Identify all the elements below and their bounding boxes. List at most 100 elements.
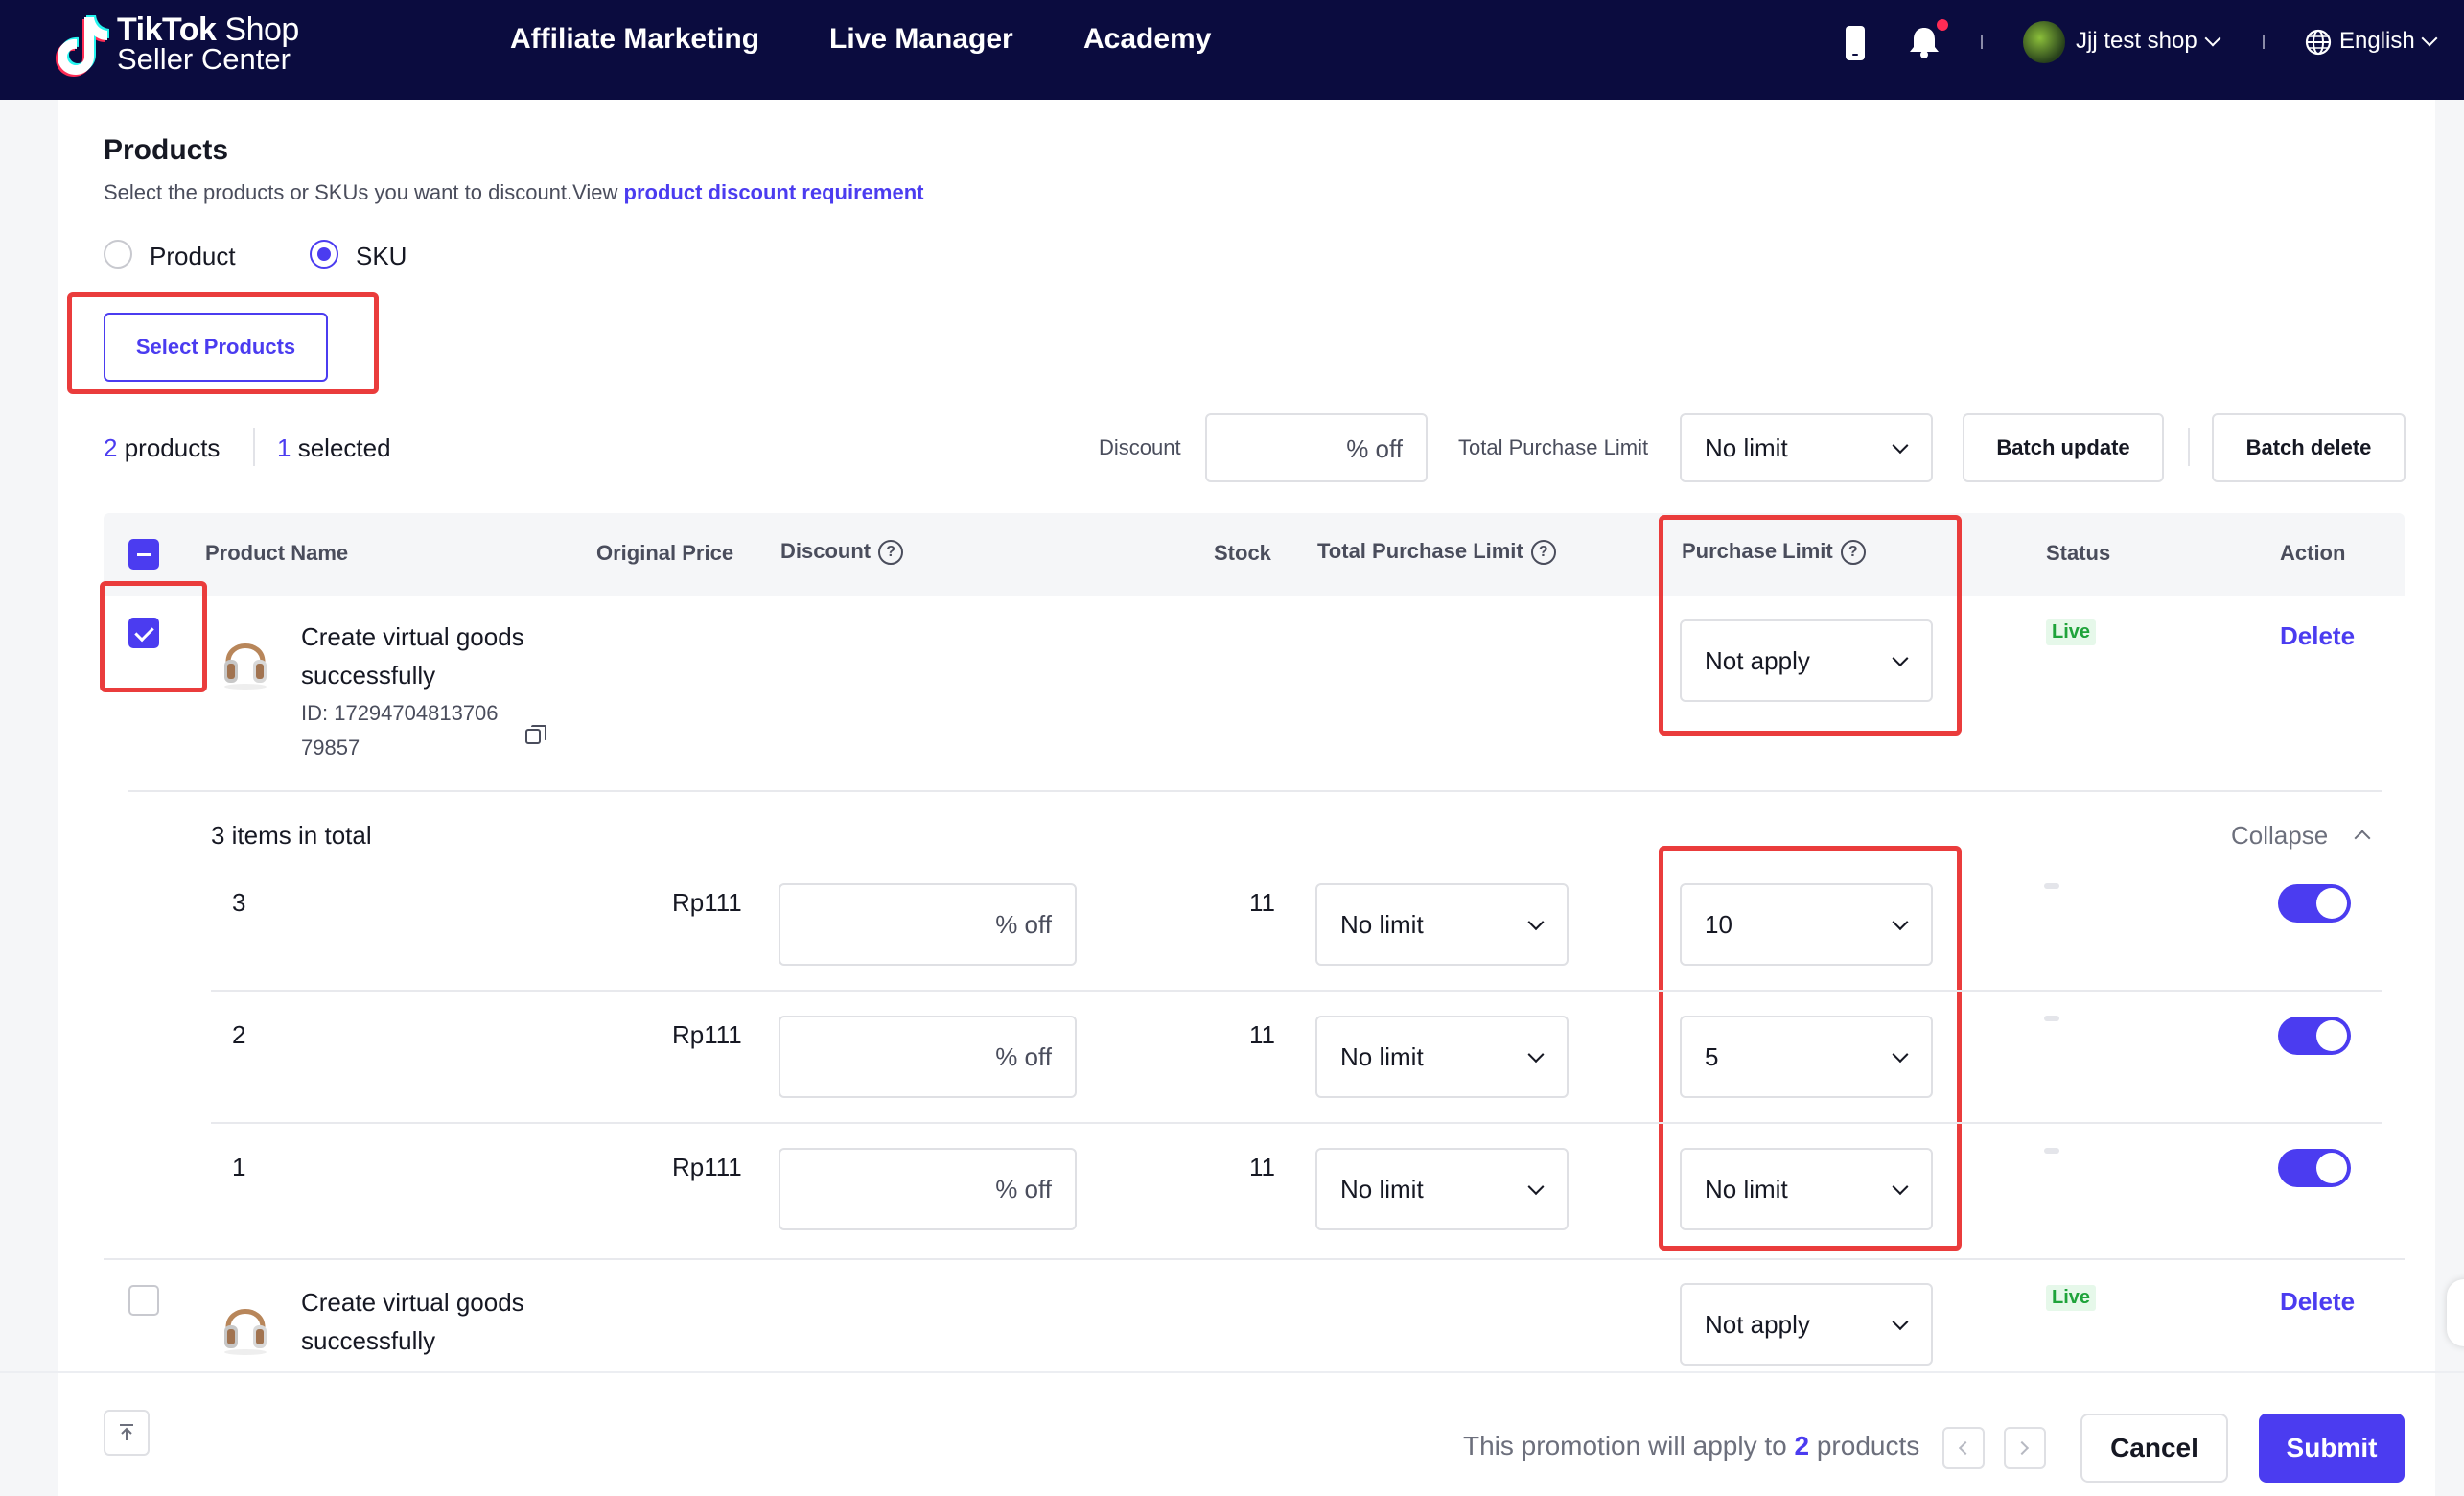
divider [211, 990, 2382, 992]
sku-discount-input[interactable]: % off [779, 1016, 1077, 1098]
sku-discount-input[interactable]: % off [779, 883, 1077, 966]
footer-bar [58, 1373, 2435, 1496]
select-products-button[interactable]: Select Products [104, 313, 328, 382]
sku-toggle[interactable] [2278, 884, 2351, 923]
chevron-down-icon [1527, 1046, 1545, 1064]
avatar[interactable] [2023, 21, 2065, 63]
section-title: Products [104, 134, 229, 166]
sku-total-label: 3 items in total [211, 821, 372, 850]
phone-icon[interactable] [1843, 25, 1868, 61]
sku-total-limit-select[interactable]: No limit [1315, 1016, 1569, 1098]
th-action: Action [2280, 541, 2346, 565]
chevron-down-icon [1527, 1179, 1545, 1196]
language-selector[interactable]: English [2339, 28, 2415, 55]
product-name: Create virtual goods successfully [301, 622, 524, 690]
divider [1981, 35, 1983, 49]
delete-button[interactable]: Delete [2280, 621, 2355, 651]
sku-purchase-limit-select[interactable]: 10 [1680, 883, 1933, 966]
purchase-limit-select[interactable]: Not apply [1680, 1283, 1933, 1366]
sku-discount-input[interactable]: % off [779, 1148, 1077, 1230]
radio-sku-label[interactable]: SKU [356, 242, 407, 271]
sku-total-limit-select[interactable]: No limit [1315, 1148, 1569, 1230]
prev-page-button[interactable] [1942, 1427, 1985, 1469]
batch-discount-label: Discount [1099, 435, 1181, 459]
sku-stock: 11 [1249, 888, 1275, 917]
product-id: ID: 17294704813706 79857 [301, 701, 499, 760]
next-page-button[interactable] [2004, 1427, 2046, 1469]
chevron-right-icon [2014, 1440, 2030, 1456]
chevron-down-icon [1527, 914, 1545, 931]
product-checkbox[interactable] [128, 618, 159, 648]
shop-name[interactable]: Jjj test shop [2076, 28, 2197, 55]
sku-stock: 11 [1249, 1020, 1275, 1049]
select-value: No limit [1705, 432, 1788, 462]
batch-discount-input[interactable]: % off [1205, 413, 1428, 482]
sku-toggle[interactable] [2278, 1149, 2351, 1187]
sku-name: 3 [232, 888, 246, 917]
radio-product[interactable] [104, 240, 132, 269]
collapse-button[interactable]: Collapse [2231, 821, 2328, 851]
nav-live-manager[interactable]: Live Manager [829, 23, 1013, 56]
select-value: No limit [1705, 1174, 1788, 1204]
status-placeholder [2044, 1148, 2059, 1154]
product-checkbox[interactable] [128, 1285, 159, 1316]
nav-affiliate-marketing[interactable]: Affiliate Marketing [510, 23, 759, 56]
chevron-down-icon [1892, 437, 1909, 455]
batch-update-button[interactable]: Batch update [1963, 413, 2164, 482]
selected-count: 1 selected [277, 433, 391, 462]
status-placeholder [2044, 1016, 2059, 1021]
arrow-up-icon [120, 1424, 133, 1440]
headphones-product-image [224, 1309, 267, 1355]
select-all-checkbox[interactable] [128, 539, 159, 570]
floating-helper-tab[interactable] [2447, 1279, 2464, 1346]
th-discount: Discount? [780, 539, 904, 566]
status-badge: Live [2046, 619, 2097, 645]
chevron-down-icon[interactable] [2421, 30, 2438, 47]
chevron-down-icon [1892, 650, 1909, 667]
status-badge: Live [2046, 1285, 2097, 1311]
radio-sku[interactable] [310, 240, 338, 269]
copy-icon[interactable] [525, 725, 546, 744]
chevron-down-icon[interactable] [2204, 30, 2221, 47]
sku-price: Rp111 [672, 888, 742, 917]
percent-off-suffix: % off [995, 1175, 1052, 1204]
help-icon[interactable]: ? [878, 540, 904, 566]
purchase-limit-select[interactable]: Not apply [1680, 619, 1933, 702]
batch-total-limit-select[interactable]: No limit [1680, 413, 1933, 482]
chevron-down-icon [1892, 914, 1909, 931]
help-icon[interactable]: ? [1530, 540, 1556, 566]
batch-delete-button[interactable]: Batch delete [2212, 413, 2406, 482]
products-count: 2 products [104, 433, 221, 462]
submit-button[interactable]: Submit [2259, 1414, 2405, 1483]
globe-icon[interactable] [2305, 29, 2332, 56]
cancel-button[interactable]: Cancel [2080, 1414, 2228, 1483]
back-to-top-button[interactable] [104, 1410, 150, 1456]
sku-total-limit-select[interactable]: No limit [1315, 883, 1569, 966]
divider [253, 428, 255, 466]
status-placeholder [2044, 883, 2059, 889]
sku-price: Rp111 [672, 1020, 742, 1049]
th-original-price: Original Price [596, 541, 734, 565]
radio-product-label[interactable]: Product [150, 242, 236, 271]
sku-toggle[interactable] [2278, 1017, 2351, 1055]
th-status: Status [2046, 541, 2111, 565]
th-total-purchase-limit: Total Purchase Limit? [1317, 539, 1556, 566]
chevron-down-icon [1892, 1314, 1909, 1331]
discount-requirement-link[interactable]: product discount requirement [624, 180, 924, 204]
sku-purchase-limit-select[interactable]: No limit [1680, 1148, 1933, 1230]
chevron-down-icon [1892, 1046, 1909, 1064]
bell-icon[interactable] [1908, 25, 1941, 59]
batch-total-limit-label: Total Purchase Limit [1458, 435, 1649, 459]
nav-academy[interactable]: Academy [1083, 23, 1211, 56]
sku-purchase-limit-select[interactable]: 5 [1680, 1016, 1933, 1098]
percent-off-suffix: % off [995, 910, 1052, 939]
delete-button[interactable]: Delete [2280, 1287, 2355, 1317]
top-navigation-bar: TikTok Shop Seller Center Affiliate Mark… [0, 0, 2464, 100]
notification-dot [1937, 19, 1948, 31]
select-value: Not apply [1705, 645, 1810, 675]
logo-subtitle: Seller Center [117, 42, 291, 76]
headphones-product-image [224, 643, 267, 690]
select-value: No limit [1340, 1174, 1424, 1204]
divider [211, 1122, 2382, 1124]
product-name: Create virtual goods successfully [301, 1288, 524, 1355]
